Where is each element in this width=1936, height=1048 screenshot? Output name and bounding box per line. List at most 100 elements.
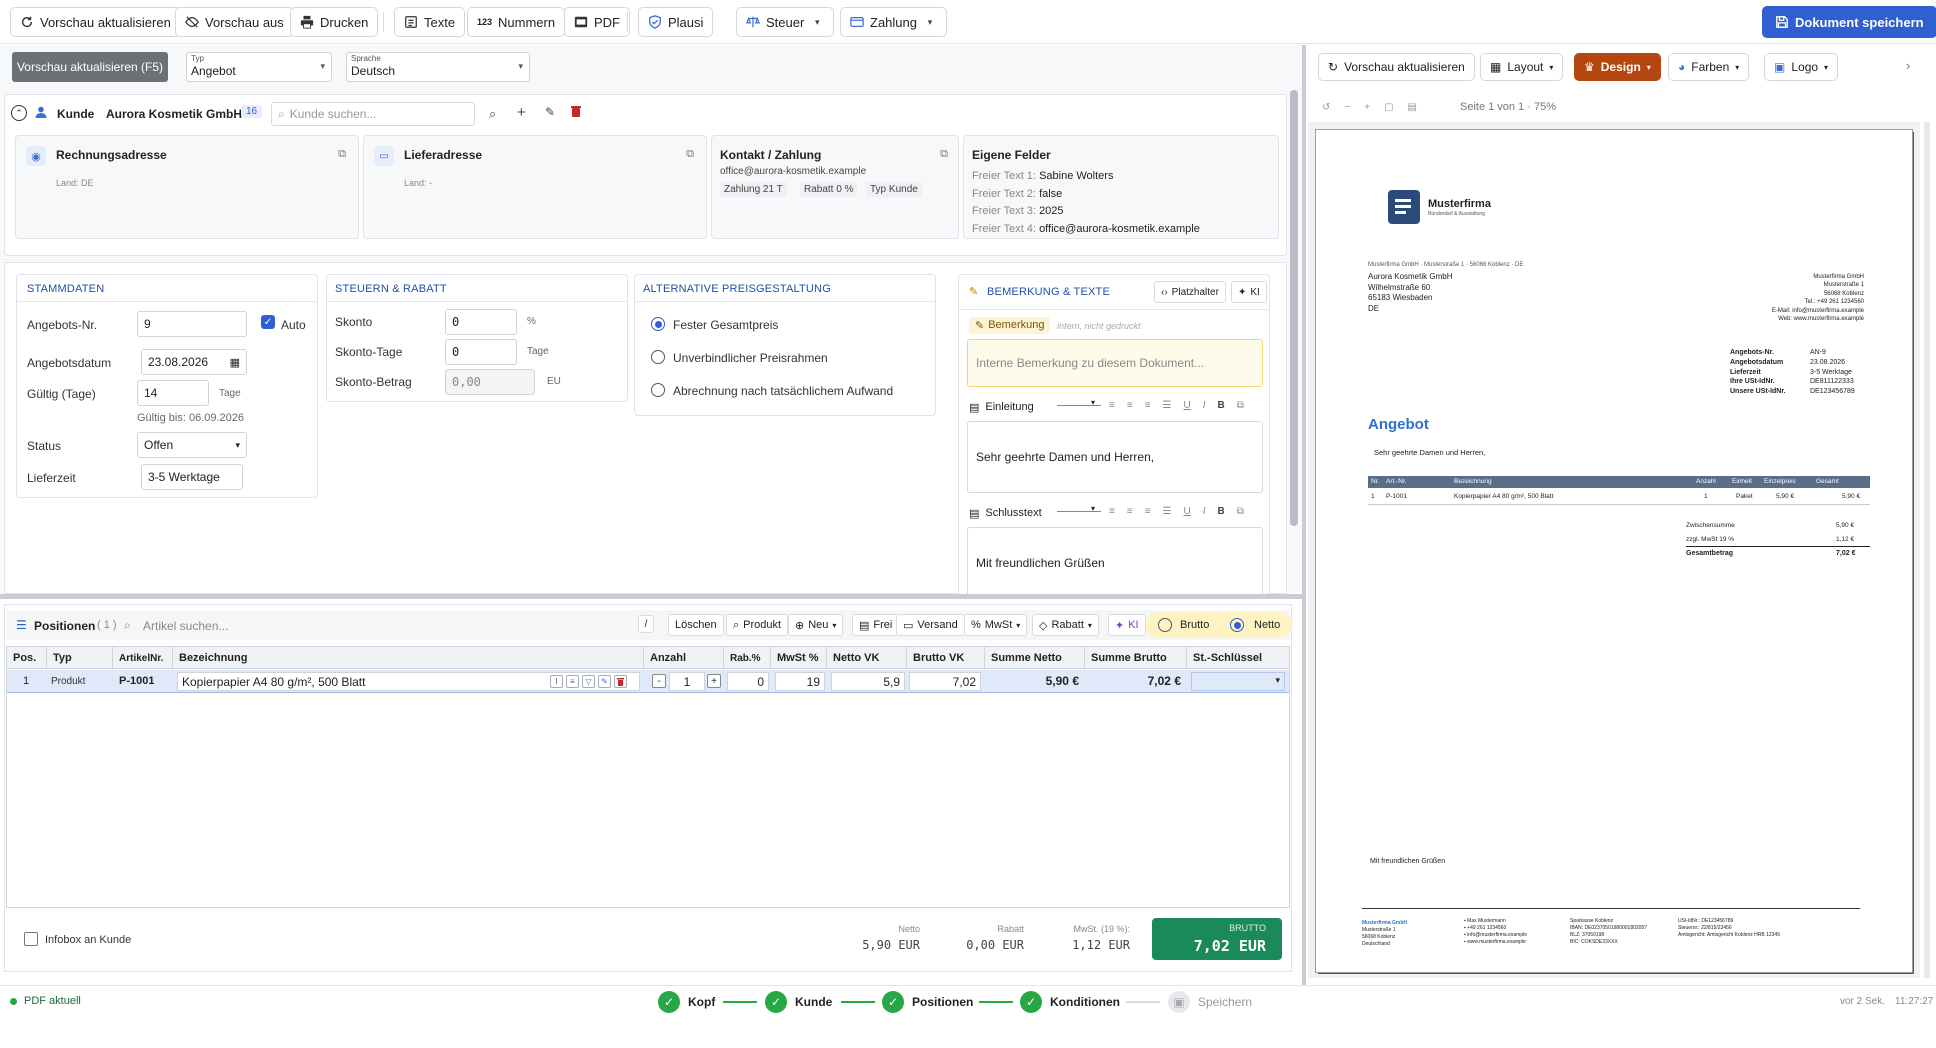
column-header[interactable]: St.-Schlüssel [1187, 647, 1289, 669]
text-icon[interactable]: I [550, 675, 563, 688]
chevron-right-icon[interactable]: › [1906, 58, 1910, 73]
netto-radio[interactable] [1230, 618, 1244, 632]
add-customer-icon[interactable]: + [517, 104, 526, 121]
search-icon[interactable]: ⌕ [489, 106, 496, 122]
net-price-input[interactable]: 5,9 [831, 672, 905, 691]
discount-button[interactable]: ◇ Rabatt ▾ [1032, 614, 1099, 636]
delete-icon[interactable] [614, 675, 627, 688]
zoom-in-icon[interactable]: + [1364, 102, 1370, 113]
valid-days-input[interactable]: 14 [137, 380, 209, 406]
fit-page-icon[interactable]: ▢ [1384, 102, 1393, 113]
column-header[interactable]: Summe Brutto [1085, 647, 1187, 669]
print-button[interactable]: Drucken [290, 7, 379, 37]
brutto-netto-toggle[interactable]: Brutto Netto [1146, 612, 1292, 638]
offer-date-input[interactable]: 23.08.2026 ▦ [141, 349, 247, 375]
infobox-checkbox[interactable] [24, 932, 38, 946]
expand-icon[interactable]: ⧉ [1237, 506, 1244, 517]
horizontal-splitter[interactable] [0, 594, 1306, 599]
align-right-icon[interactable]: ≡ [1145, 506, 1151, 517]
collapse-icon[interactable]: ⌃ [11, 105, 27, 121]
save-document-button[interactable]: Dokument speichern [1762, 6, 1936, 38]
texts-button[interactable]: Texte [394, 7, 466, 37]
align-center-icon[interactable]: ≡ [1127, 400, 1133, 411]
colors-button[interactable]: ◕ Farben ▾ [1668, 53, 1750, 81]
rotate-icon[interactable]: ↺ [1322, 102, 1330, 113]
copy-icon[interactable]: ⧉ [686, 148, 694, 161]
refresh-preview-f5-button[interactable]: Vorschau aktualisieren (F5) [12, 52, 168, 82]
copy-icon[interactable]: ⧉ [338, 148, 346, 161]
step-customer[interactable]: ✓ Kunde [765, 991, 832, 1013]
quantity-input[interactable]: 1 [669, 672, 705, 691]
offer-number-input[interactable]: 9 [137, 311, 247, 337]
language-select[interactable]: Sprache Deutsch ▾ [346, 52, 530, 82]
table-row[interactable]: 1 Produkt P-1001 Kopierpapier A4 80 g/m²… [7, 670, 1289, 693]
discount-input[interactable]: 0 [727, 672, 769, 691]
delivery-address-card[interactable]: ▭ Lieferadresse ⧉ Land: - [363, 135, 707, 239]
column-header[interactable]: MwSt % [771, 647, 827, 669]
payment-button[interactable]: Zahlung ▾ [840, 7, 947, 37]
pdf-button[interactable]: PDF [564, 7, 630, 37]
preview-scrollbar[interactable] [1924, 122, 1930, 978]
auto-checkbox[interactable]: ✓ [261, 315, 275, 329]
preview-off-button[interactable]: Vorschau aus [175, 7, 294, 37]
vat-input[interactable]: 19 [775, 672, 825, 691]
shipping-button[interactable]: ▭ Versand [896, 614, 965, 636]
vat-button[interactable]: % MwSt ▾ [964, 614, 1028, 636]
align-left-icon[interactable]: ≡ [1109, 506, 1115, 517]
copy-icon[interactable]: ⧉ [940, 148, 948, 161]
edit-icon[interactable]: ✎ [598, 675, 611, 688]
zoom-out-icon[interactable]: − [1344, 102, 1350, 113]
delivery-time-input[interactable]: 3-5 Werktage [141, 464, 243, 490]
ai-position-button[interactable]: ✦ KI [1108, 614, 1146, 636]
design-button[interactable]: ♛ Design ▾ [1574, 53, 1661, 81]
step-conditions[interactable]: ✓ Konditionen [1020, 991, 1120, 1013]
column-header[interactable]: Typ [47, 647, 113, 669]
skonto-input[interactable]: 0 [445, 309, 517, 335]
italic-icon[interactable]: I [1203, 506, 1206, 517]
plausi-button[interactable]: Plausi [638, 7, 714, 37]
step-positions[interactable]: ✓ Positionen [882, 991, 973, 1013]
increase-qty-button[interactable]: + [707, 674, 721, 688]
list-icon[interactable]: ≡ [566, 675, 579, 688]
decrease-qty-button[interactable]: - [652, 674, 666, 688]
delete-position-button[interactable]: Löschen [668, 614, 724, 636]
new-position-button[interactable]: ⊕ Neu ▾ [788, 614, 844, 636]
preview-refresh-button[interactable]: ↻ Vorschau aktualisieren [1318, 53, 1475, 81]
numbers-button[interactable]: 123 Nummern [467, 7, 566, 37]
align-right-icon[interactable]: ≡ [1145, 400, 1151, 411]
pricing-radio-fixed[interactable] [651, 317, 665, 331]
free-position-button[interactable]: ▤ Frei [852, 614, 900, 636]
row-description-input[interactable]: Kopierpapier A4 80 g/m², 500 Blatt I ≡ ▽… [177, 672, 640, 691]
status-select[interactable]: Offen ▾ [137, 432, 247, 458]
tax-key-select[interactable]: ▾ [1191, 672, 1285, 691]
intro-textarea[interactable]: Sehr geehrte Damen und Herren, [967, 421, 1263, 493]
tax-button[interactable]: Steuer ▾ [736, 7, 835, 37]
delete-icon[interactable] [571, 105, 581, 117]
editor-scrollbar[interactable] [1290, 90, 1298, 526]
underline-icon[interactable]: U [1184, 506, 1191, 517]
article-search-input[interactable]: Artikel suchen... [143, 619, 228, 633]
logo-button[interactable]: ▣ Logo ▾ [1764, 53, 1839, 81]
column-header[interactable]: Rab.% [724, 647, 771, 669]
refresh-preview-button[interactable]: Vorschau aktualisieren [10, 7, 181, 37]
calendar-icon[interactable]: ▦ [230, 356, 240, 369]
brutto-radio[interactable] [1158, 618, 1172, 632]
list-icon[interactable]: ☰ [1163, 506, 1172, 517]
customer-search-input[interactable]: ⌕ Kunde suchen... [271, 102, 475, 126]
pricing-radio-range[interactable] [651, 350, 665, 364]
column-header[interactable]: Netto VK [827, 647, 907, 669]
align-center-icon[interactable]: ≡ [1127, 506, 1133, 517]
bold-icon[interactable]: B [1218, 506, 1225, 517]
placeholder-button[interactable]: ‹› Platzhalter [1154, 281, 1226, 303]
ai-button[interactable]: ✦ KI [1231, 281, 1267, 303]
list-icon[interactable]: ☰ [1163, 400, 1172, 411]
step-save[interactable]: ▣ Speichern [1168, 991, 1252, 1013]
pricing-radio-effort[interactable] [651, 383, 665, 397]
bold-icon[interactable]: B [1218, 400, 1225, 411]
italic-icon[interactable]: I [1203, 400, 1206, 411]
align-left-icon[interactable]: ≡ [1109, 400, 1115, 411]
skonto-days-input[interactable]: 0 [445, 339, 517, 365]
layout-button[interactable]: ▦ Layout ▾ [1480, 53, 1564, 81]
closing-textarea[interactable]: Mit freundlichen Grüßen [967, 527, 1263, 595]
column-header[interactable]: Anzahl [644, 647, 724, 669]
